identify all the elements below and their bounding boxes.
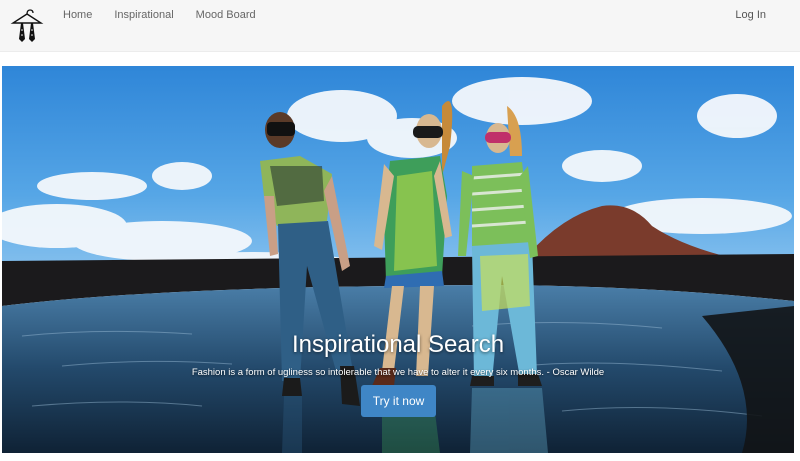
try-it-now-button[interactable]: Try it now [361,385,436,417]
hero-quote: Fashion is a form of ugliness so intoler… [191,367,605,378]
hero-title: Inspirational Search [291,331,505,358]
nav-link-inspirational[interactable]: Inspirational [103,0,184,30]
nav-link-home[interactable]: Home [52,0,103,30]
nav-link-mood-board[interactable]: Mood Board [185,0,267,30]
nav-links: Home Inspirational Mood Board [52,0,267,30]
hero-banner: Inspirational Search Fashion is a form o… [2,66,794,453]
login-link[interactable]: Log In [735,0,766,30]
top-navbar: Home Inspirational Mood Board Log In [0,0,800,52]
hanger-logo-icon[interactable] [10,8,44,44]
